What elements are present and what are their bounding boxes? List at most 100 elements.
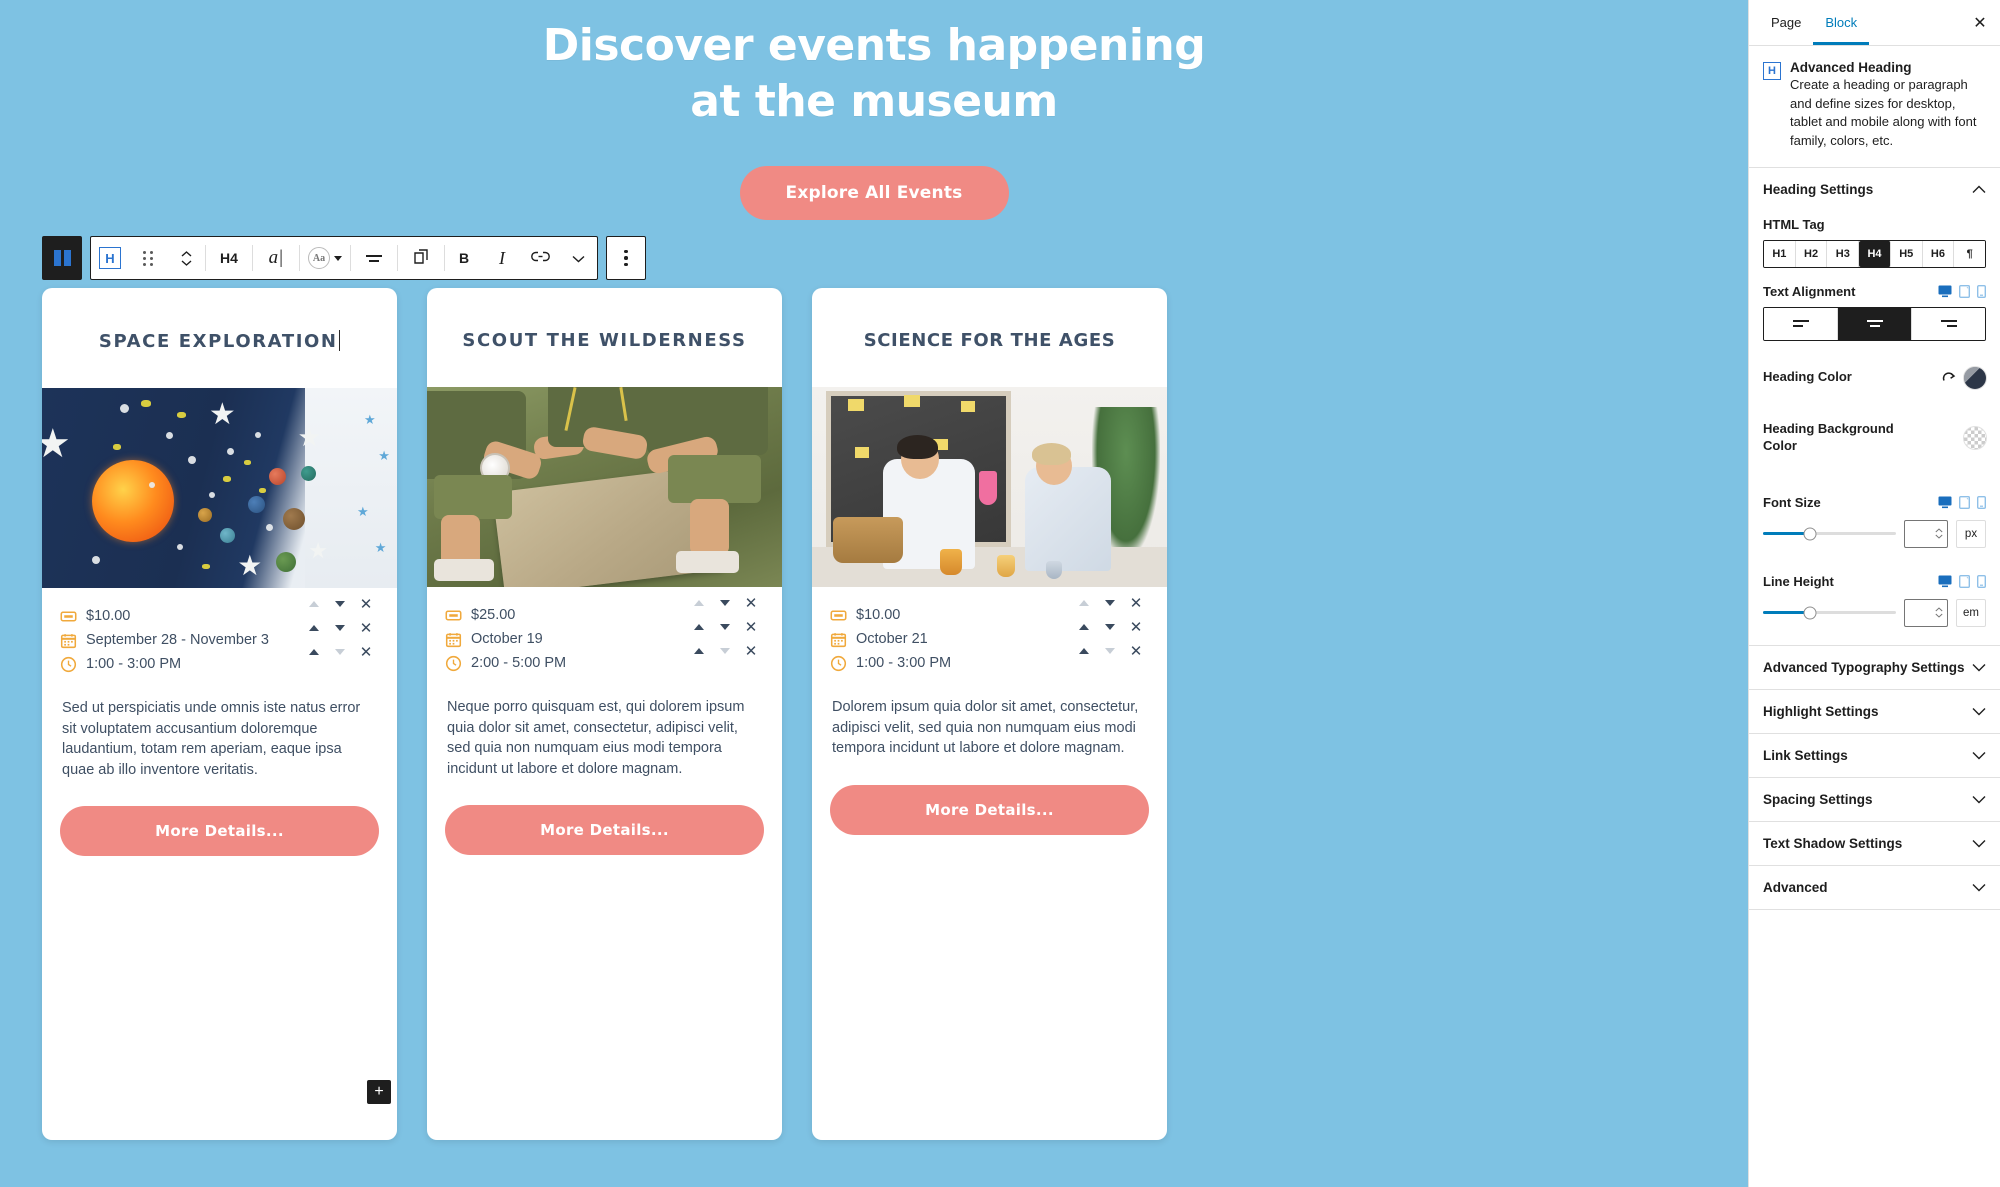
font-size-input[interactable] [1904,519,1948,548]
event-cards-row: SPACE EXPLORATION ★ ★ ★ ★ ★ ★ ★ ★ ★ $10.… [42,288,1167,1140]
card-title-text: SPACE EXPLORATION [98,331,338,352]
desktop-icon[interactable] [1938,575,1952,588]
more-formats-button[interactable] [559,237,597,279]
more-details-button[interactable]: More Details... [445,805,764,856]
remove-row-button[interactable]: ✕ [1123,639,1149,663]
move-block-button[interactable] [167,237,205,279]
card-title[interactable]: SCOUT THE WILDERNESS [427,288,782,387]
section-advanced[interactable]: Advanced [1749,865,2000,910]
block-options-button[interactable] [607,237,645,279]
move-up-down-icon [181,250,192,266]
heading-level-button[interactable]: H4 [206,237,252,279]
align-left-button[interactable] [1764,307,1838,340]
italic-button[interactable]: I [483,237,521,279]
duplicate-button[interactable] [398,237,444,279]
tag-option-h3[interactable]: H3 [1827,240,1860,267]
block-type-button[interactable]: H [91,237,129,279]
mobile-icon[interactable] [1977,495,1986,509]
text-align-button[interactable] [351,237,397,279]
align-center-button[interactable] [1838,307,1912,340]
heading-color-swatch[interactable] [1964,366,1986,389]
mobile-icon[interactable] [1977,284,1986,298]
stepper-icon [1935,528,1943,539]
remove-row-button[interactable]: ✕ [738,615,764,639]
mobile-icon[interactable] [1977,574,1986,588]
move-down-button[interactable] [327,616,353,640]
stepper-icon [1935,607,1943,618]
move-down-button[interactable] [1097,639,1123,663]
move-up-button[interactable] [301,616,327,640]
section-spacing-settings[interactable]: Spacing Settings [1749,777,2000,822]
section-text-shadow-settings[interactable]: Text Shadow Settings [1749,821,2000,866]
editor-canvas: Discover events happening at the museum … [0,0,1748,1187]
bold-button[interactable]: B [445,237,483,279]
line-height-slider[interactable] [1763,606,1896,620]
move-up-button[interactable] [301,640,327,664]
card-title[interactable]: SPACE EXPLORATION [42,288,397,388]
heading-bg-color-swatch[interactable] [1964,426,1986,449]
move-down-button[interactable] [712,591,738,615]
desktop-icon[interactable] [1938,285,1952,298]
tag-option-h1[interactable]: H1 [1764,240,1796,267]
card-title[interactable]: SCIENCE FOR THE AGES [812,288,1167,387]
remove-row-button[interactable]: ✕ [353,640,379,664]
remove-row-button[interactable]: ✕ [353,616,379,640]
tablet-icon[interactable] [1959,574,1970,588]
tag-option-paragraph[interactable]: ¶ [1954,240,1985,267]
align-right-button[interactable] [1912,307,1985,340]
remove-row-button[interactable]: ✕ [738,591,764,615]
tag-option-h4[interactable]: H4 [1859,240,1891,267]
heading-bg-color-row: Heading Background Color [1763,399,1986,465]
section-link-settings[interactable]: Link Settings [1749,733,2000,778]
desktop-icon[interactable] [1938,496,1952,509]
remove-row-button[interactable]: ✕ [353,592,379,616]
reset-arrow-icon[interactable] [1942,371,1957,384]
card-body-text: Sed ut perspiciatis unde omnis iste natu… [62,700,361,778]
font-size-row: Font Size [1763,495,1986,510]
event-card: SCIENCE FOR THE AGES $10.00 ✕ October 21… [812,288,1167,1140]
move-up-button[interactable] [1071,591,1097,615]
move-down-button[interactable] [327,640,353,664]
section-highlight-settings[interactable]: Highlight Settings [1749,689,2000,734]
tag-option-h6[interactable]: H6 [1922,240,1955,267]
tab-block[interactable]: Block [1813,0,1869,45]
explore-all-events-button[interactable]: Explore All Events [739,165,1009,220]
remove-row-button[interactable]: ✕ [1123,591,1149,615]
tag-option-h5[interactable]: H5 [1890,240,1923,267]
move-down-button[interactable] [712,639,738,663]
tablet-icon[interactable] [1959,284,1970,298]
tag-option-h2[interactable]: H2 [1795,240,1828,267]
move-down-button[interactable] [1097,615,1123,639]
link-button[interactable] [521,237,559,279]
move-up-button[interactable] [301,592,327,616]
line-height-input[interactable] [1904,598,1948,627]
more-details-button[interactable]: More Details... [60,806,379,857]
move-up-button[interactable] [686,615,712,639]
text-cursor-button[interactable]: a| [253,237,299,279]
line-height-row: Line Height [1763,574,1986,589]
select-parent-columns-button[interactable] [43,237,81,279]
meta-text: 2:00 - 5:00 PM [471,655,567,671]
remove-row-button[interactable]: ✕ [738,639,764,663]
more-details-button[interactable]: More Details... [830,784,1149,835]
remove-row-button[interactable]: ✕ [1123,615,1149,639]
move-down-button[interactable] [1097,591,1123,615]
move-up-button[interactable] [686,591,712,615]
line-height-unit[interactable]: em [1956,598,1986,627]
drag-handle-button[interactable] [129,237,167,279]
font-size-unit[interactable]: px [1956,519,1986,548]
font-size-slider[interactable] [1763,527,1896,541]
move-down-button[interactable] [327,592,353,616]
close-sidebar-button[interactable]: ✕ [1964,7,1996,39]
section-heading-settings-header[interactable]: Heading Settings [1749,167,2000,211]
move-down-button[interactable] [712,615,738,639]
block-settings-sidebar: Page Block ✕ H Advanced Heading Create a… [1748,0,2000,1187]
section-advanced-typography[interactable]: Advanced Typography Settings [1749,644,2000,690]
move-up-button[interactable] [1071,615,1097,639]
add-block-button[interactable]: + [367,1080,391,1104]
move-up-button[interactable] [1071,639,1097,663]
move-up-button[interactable] [686,639,712,663]
tab-page[interactable]: Page [1759,0,1813,45]
tablet-icon[interactable] [1959,495,1970,509]
font-family-button[interactable]: Aa [300,237,350,279]
